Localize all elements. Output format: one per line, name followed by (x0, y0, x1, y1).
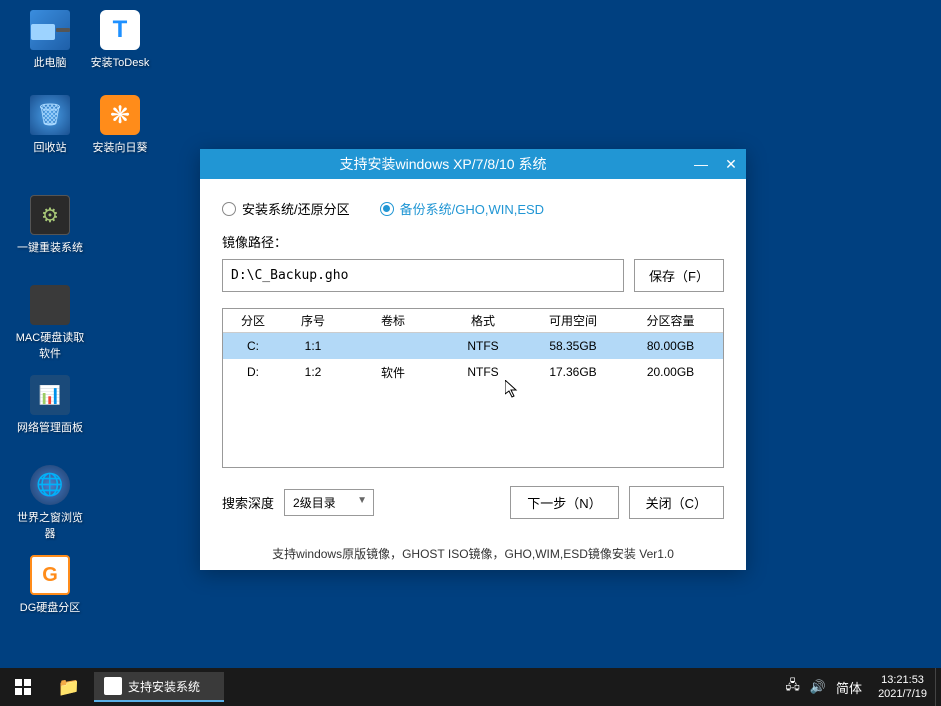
minimize-button[interactable]: — (686, 149, 716, 179)
col-format: 格式 (443, 312, 523, 329)
clock-time: 13:21:53 (878, 673, 927, 687)
desktop-icon-recycle-bin[interactable]: 回收站 (15, 95, 85, 155)
pc-icon (30, 10, 70, 50)
cell-cap: 80.00GB (623, 339, 718, 353)
cell-fmt: NTFS (443, 339, 523, 353)
icon-label: MAC硬盘读取软件 (15, 329, 85, 361)
desktop-icon-this-pc[interactable]: 此电脑 (15, 10, 85, 70)
close-window-button[interactable]: ✕ (716, 149, 746, 179)
col-free-space: 可用空间 (523, 312, 623, 329)
icon-label: 世界之窗浏览器 (15, 509, 85, 541)
task-title: 支持安装系统 (128, 678, 200, 695)
cell-drive: D: (223, 365, 283, 379)
todesk-icon: T (100, 10, 140, 50)
volume-tray-icon[interactable]: 🔊 (810, 679, 826, 695)
taskbar-task-install[interactable]: ⚙ 支持安装系统 (94, 672, 224, 702)
desktop-icon-sunflower[interactable]: 安装向日葵 (85, 95, 155, 155)
windows-icon (15, 679, 31, 695)
show-desktop-button[interactable] (935, 668, 941, 706)
col-drive: 分区 (223, 312, 283, 329)
desktop-icon-browser[interactable]: 世界之窗浏览器 (15, 465, 85, 541)
icon-label: 安装ToDesk (91, 54, 150, 70)
cell-drive: C: (223, 339, 283, 353)
cell-free: 58.35GB (523, 339, 623, 353)
recycle-bin-icon (30, 95, 70, 135)
taskbar-clock[interactable]: 13:21:53 2021/7/19 (870, 673, 935, 702)
network-tray-icon[interactable]: 🖧 (785, 676, 800, 698)
radio-backup[interactable]: 备份系统/GHO,WIN,ESD (380, 199, 544, 218)
desktop-icon-todesk[interactable]: T 安装ToDesk (85, 10, 155, 70)
titlebar[interactable]: 支持安装windows XP/7/8/10 系统 — ✕ (200, 149, 746, 179)
table-header-row: 分区 序号 卷标 格式 可用空间 分区容量 (223, 309, 723, 333)
radio-label: 备份系统/GHO,WIN,ESD (400, 199, 544, 218)
taskbar: 📁 ⚙ 支持安装系统 🖧 🔊 简体 13:21:53 2021/7/19 (0, 668, 941, 706)
close-button[interactable]: 关闭（C） (629, 486, 724, 519)
partition-table: 分区 序号 卷标 格式 可用空间 分区容量 C: 1:1 NTFS 58.35G… (222, 308, 724, 468)
save-button[interactable]: 保存（F） (634, 259, 724, 292)
col-sequence: 序号 (283, 312, 343, 329)
table-row[interactable]: D: 1:2 软件 NTFS 17.36GB 20.00GB (223, 359, 723, 385)
ime-indicator[interactable]: 简体 (836, 678, 862, 697)
cell-cap: 20.00GB (623, 365, 718, 379)
radio-label: 安装系统/还原分区 (242, 199, 350, 218)
start-button[interactable] (0, 668, 46, 706)
col-capacity: 分区容量 (623, 312, 718, 329)
desktop-icon-dg-partition[interactable]: G DG硬盘分区 (15, 555, 85, 615)
table-row[interactable]: C: 1:1 NTFS 58.35GB 80.00GB (223, 333, 723, 359)
system-tray: 🖧 🔊 简体 (777, 676, 870, 698)
icon-label: 一键重装系统 (17, 239, 83, 255)
reinstall-icon (30, 195, 70, 235)
folder-icon: 📁 (58, 677, 80, 698)
cell-seq: 1:2 (283, 365, 343, 379)
radio-icon (380, 202, 394, 216)
dg-partition-icon: G (30, 555, 70, 595)
cell-fmt: NTFS (443, 365, 523, 379)
image-path-input[interactable] (222, 259, 624, 292)
task-app-icon: ⚙ (104, 677, 122, 695)
image-path-label: 镜像路径： (222, 232, 724, 251)
desktop-icon-reinstall[interactable]: 一键重装系统 (15, 195, 85, 255)
icon-label: 此电脑 (34, 54, 67, 70)
file-explorer-taskbar-icon[interactable]: 📁 (46, 668, 92, 706)
icon-label: 安装向日葵 (93, 139, 148, 155)
install-dialog: 支持安装windows XP/7/8/10 系统 — ✕ 安装系统/还原分区 备… (200, 149, 746, 570)
sunflower-icon (100, 95, 140, 135)
icon-label: 回收站 (34, 139, 67, 155)
window-title: 支持安装windows XP/7/8/10 系统 (200, 154, 686, 174)
cell-vol: 软件 (343, 364, 443, 381)
search-depth-select[interactable]: 2级目录 (284, 489, 374, 516)
cell-seq: 1:1 (283, 339, 343, 353)
icon-label: DG硬盘分区 (20, 599, 81, 615)
select-value: 2级目录 (293, 496, 336, 510)
clock-date: 2021/7/19 (878, 687, 927, 701)
search-depth-label: 搜索深度 (222, 493, 274, 512)
desktop-icon-macdisk[interactable]: MAC硬盘读取软件 (15, 285, 85, 361)
next-button[interactable]: 下一步（N） (510, 486, 618, 519)
icon-label: 网络管理面板 (17, 419, 83, 435)
radio-install-restore[interactable]: 安装系统/还原分区 (222, 199, 350, 218)
cell-free: 17.36GB (523, 365, 623, 379)
mac-disk-icon (30, 285, 70, 325)
network-manager-icon (30, 375, 70, 415)
col-volume-label: 卷标 (343, 312, 443, 329)
desktop-icon-netmgr[interactable]: 网络管理面板 (15, 375, 85, 435)
dialog-footer: 支持windows原版镜像，GHOST ISO镜像，GHO,WIM,ESD镜像安… (200, 541, 746, 570)
browser-icon (30, 465, 70, 505)
radio-icon (222, 202, 236, 216)
